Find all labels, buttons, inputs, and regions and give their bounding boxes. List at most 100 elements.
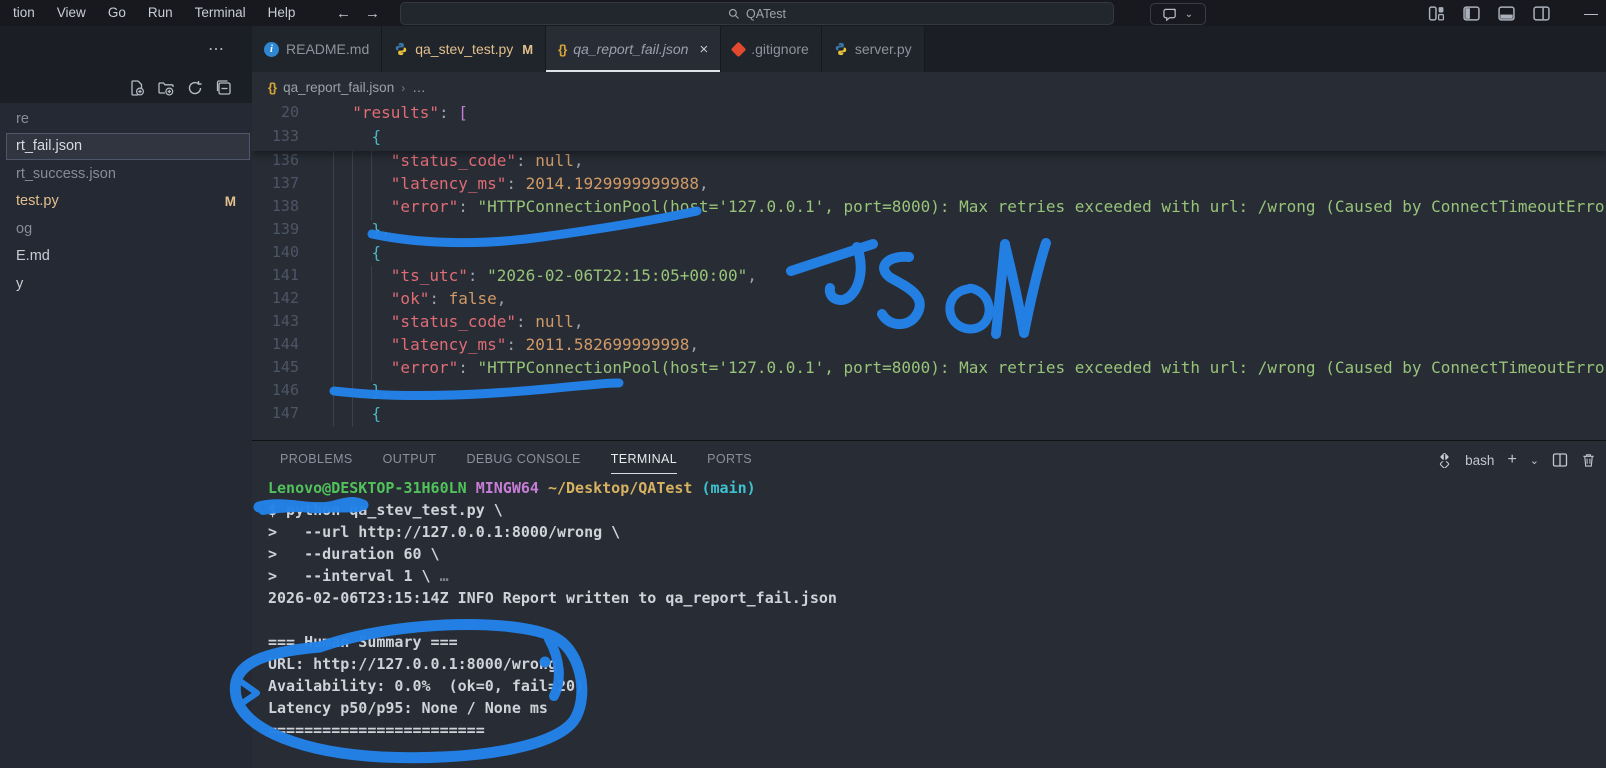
python-icon bbox=[395, 42, 407, 56]
editor-tab-qa-stev-test-py[interactable]: qa_stev_test.py M bbox=[382, 26, 547, 72]
menu-view[interactable]: View bbox=[46, 0, 97, 26]
panel-tab-problems[interactable]: PROBLEMS bbox=[280, 452, 353, 468]
new-file-icon[interactable] bbox=[129, 79, 145, 96]
menu-go[interactable]: Go bbox=[97, 0, 137, 26]
editor-tab-qa-report-fail-json[interactable]: {} qa_report_fail.json × bbox=[546, 26, 722, 72]
toggle-secondary-sidebar-icon[interactable] bbox=[1533, 5, 1550, 22]
panel-tab-ports[interactable]: PORTS bbox=[707, 452, 752, 468]
customize-layout-icon[interactable] bbox=[1428, 5, 1445, 22]
explorer-file-e-md[interactable]: E.md bbox=[6, 243, 250, 271]
terminal-line: URL: http://127.0.0.1:8000/wrong bbox=[268, 655, 557, 673]
explorer-file-og[interactable]: og bbox=[6, 215, 250, 243]
search-icon bbox=[728, 8, 739, 19]
terminal-line: === Human Summary === bbox=[268, 633, 458, 651]
line-number: 140 bbox=[271, 243, 299, 261]
indent-guide bbox=[333, 151, 334, 427]
split-terminal-icon[interactable] bbox=[1552, 452, 1568, 468]
command-center-search[interactable]: QATest bbox=[400, 2, 1114, 25]
explorer-file-test-py[interactable]: test.py M bbox=[6, 188, 250, 216]
refresh-icon[interactable] bbox=[187, 80, 203, 96]
breadcrumb[interactable]: {} qa_report_fail.json › … bbox=[252, 72, 1606, 103]
title-bar: tion View Go Run Terminal Help ← → QATest ⌄ bbox=[0, 0, 1606, 26]
json-braces-icon: {} bbox=[558, 41, 567, 57]
line-content: }, bbox=[371, 220, 391, 239]
editor-pane[interactable]: 20 "results": [133 { 136 "status_code": … bbox=[252, 103, 1606, 440]
breadcrumb-filename: qa_report_fail.json bbox=[283, 80, 395, 95]
tab-label: .gitignore bbox=[751, 41, 809, 57]
collapse-all-icon[interactable] bbox=[216, 79, 232, 96]
copilot-chat-icon bbox=[1163, 7, 1177, 21]
line-number: 136 bbox=[271, 151, 299, 169]
editor-line: 141 "ts_utc": "2026-02-06T22:15:05+00:00… bbox=[252, 266, 1606, 289]
line-content: "latency_ms": 2014.1929999999988, bbox=[390, 174, 709, 193]
menu-run[interactable]: Run bbox=[137, 0, 184, 26]
panel-tab-bar: PROBLEMS OUTPUT DEBUG CONSOLE TERMINAL PORTS bbox=[252, 441, 1606, 479]
editor-lines: 136 "status_code": null, 137 "latency_ms"… bbox=[252, 151, 1606, 427]
line-number: 145 bbox=[271, 358, 299, 376]
editor-tab-server-py[interactable]: server.py bbox=[821, 26, 925, 72]
bash-icon bbox=[1438, 452, 1452, 468]
editor-line: 144 "latency_ms": 2011.582699999998, bbox=[252, 335, 1606, 358]
line-number: 142 bbox=[271, 289, 299, 307]
copilot-button[interactable]: ⌄ bbox=[1150, 3, 1206, 25]
explorer-file-y[interactable]: y bbox=[6, 270, 250, 298]
breadcrumb-more: … bbox=[412, 80, 426, 95]
tab-label: server.py bbox=[854, 41, 912, 57]
explorer-sidebar: re rt_fail.json rt_success.json test.py Mog E… bbox=[0, 103, 252, 768]
indent-guide bbox=[352, 151, 353, 427]
terminal-output[interactable]: Lenovo@DESKTOP-31H60LN MINGW64 ~/Desktop… bbox=[252, 479, 1606, 768]
git-modified-badge: M bbox=[522, 41, 534, 57]
line-number: 133 bbox=[271, 127, 299, 145]
back-arrow-icon[interactable]: ← bbox=[336, 5, 351, 22]
indent-guide bbox=[371, 266, 372, 381]
new-folder-icon[interactable] bbox=[158, 80, 174, 96]
git-modified-badge: M bbox=[224, 193, 236, 209]
explorer-more-actions-icon[interactable]: ⋯ bbox=[208, 26, 225, 72]
tab-label: qa_report_fail.json bbox=[573, 41, 689, 57]
panel-tab-debug-console[interactable]: DEBUG CONSOLE bbox=[466, 452, 580, 468]
minimize-button[interactable]: — bbox=[1584, 0, 1598, 26]
menu-tion[interactable]: tion bbox=[2, 0, 46, 26]
file-list: re rt_fail.json rt_success.json test.py Mog E… bbox=[6, 105, 250, 298]
editor-line: 145 "error": "HTTPConnectionPool(host='1… bbox=[252, 358, 1606, 381]
menu-terminal[interactable]: Terminal bbox=[184, 0, 257, 26]
terminal-line: 2026-02-06T23:15:14Z INFO Report written… bbox=[268, 589, 837, 607]
close-tab-icon[interactable]: × bbox=[699, 41, 708, 58]
editor-line: 20 "results": [ bbox=[252, 103, 1606, 127]
line-content: { bbox=[371, 404, 382, 423]
terminal-line: ======================== bbox=[268, 721, 485, 739]
new-terminal-icon[interactable]: + bbox=[1507, 451, 1516, 469]
shell-name[interactable]: bash bbox=[1465, 453, 1494, 468]
editor-tab-gitignore[interactable]: .gitignore bbox=[721, 26, 822, 72]
line-content: "ts_utc": "2026-02-06T22:15:05+00:00", bbox=[390, 266, 757, 285]
line-content: "error": "HTTPConnectionPool(host='127.0… bbox=[390, 358, 1606, 377]
terminal-dropdown-icon[interactable]: ⌄ bbox=[1530, 454, 1539, 467]
editor-tab-readme-md[interactable]: i README.md bbox=[252, 26, 383, 72]
editor-line: 147 { bbox=[252, 404, 1606, 427]
toggle-sidebar-icon[interactable] bbox=[1463, 5, 1480, 22]
forward-arrow-icon[interactable]: → bbox=[365, 5, 380, 22]
terminal-line: $ python qa_stev_test.py \ bbox=[268, 501, 503, 519]
tab-label: qa_stev_test.py bbox=[415, 41, 514, 57]
line-number: 143 bbox=[271, 312, 299, 330]
panel-tab-terminal[interactable]: TERMINAL bbox=[610, 452, 678, 474]
line-content: "latency_ms": 2011.582699999998, bbox=[390, 335, 700, 354]
file-label: rt_fail.json bbox=[16, 138, 83, 155]
menu-help[interactable]: Help bbox=[257, 0, 307, 26]
kill-terminal-trash-icon[interactable] bbox=[1581, 452, 1596, 468]
toggle-panel-icon[interactable] bbox=[1498, 5, 1515, 22]
menu-bar: tion View Go Run Terminal Help bbox=[2, 0, 306, 26]
line-content: "results": [ bbox=[352, 103, 468, 122]
line-content: }, bbox=[371, 381, 391, 400]
editor-line: 143 "status_code": null, bbox=[252, 312, 1606, 335]
copilot-chevron-icon: ⌄ bbox=[1184, 8, 1194, 20]
line-number: 139 bbox=[271, 220, 299, 238]
explorer-file-rt-fail-json[interactable]: rt_fail.json bbox=[6, 132, 250, 160]
line-number: 147 bbox=[271, 404, 299, 422]
file-label: re bbox=[16, 110, 29, 127]
explorer-file-re[interactable]: re bbox=[6, 105, 250, 133]
line-content: "ok": false, bbox=[390, 289, 507, 308]
panel-tab-output[interactable]: OUTPUT bbox=[383, 452, 437, 468]
explorer-file-rt-success-json[interactable]: rt_success.json bbox=[6, 160, 250, 188]
line-number: 144 bbox=[271, 335, 299, 353]
